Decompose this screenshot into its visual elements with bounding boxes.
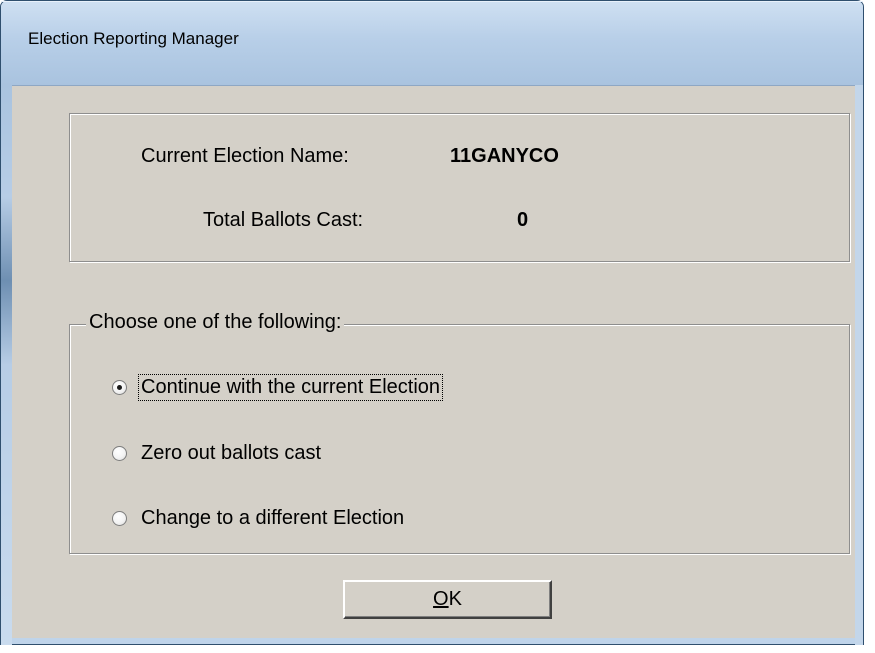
- title-bar[interactable]: Election Reporting Manager: [1, 1, 863, 85]
- option-zero-ballots[interactable]: Zero out ballots cast: [112, 441, 323, 466]
- option-change-election[interactable]: Change to a different Election: [112, 506, 406, 531]
- window-title: Election Reporting Manager: [28, 29, 239, 48]
- ok-button[interactable]: OK: [343, 580, 552, 619]
- radio-change-election[interactable]: [112, 511, 127, 526]
- option-continue-current-label[interactable]: Continue with the current Election: [137, 374, 444, 401]
- radio-continue-current[interactable]: [112, 380, 127, 395]
- window-right-border: [855, 85, 863, 645]
- election-info-panel: Current Election Name: 11GANYCO Total Ba…: [69, 113, 850, 262]
- window-left-border: [1, 85, 12, 645]
- option-continue-current[interactable]: Continue with the current Election: [112, 374, 444, 401]
- choice-group-legend: Choose one of the following:: [86, 311, 345, 334]
- ok-mnemonic: O: [433, 588, 449, 610]
- dialog-body: Current Election Name: 11GANYCO Total Ba…: [12, 85, 855, 638]
- election-name-label: Current Election Name:: [141, 145, 349, 167]
- radio-zero-ballots[interactable]: [112, 446, 127, 461]
- ballots-cast-label: Total Ballots Cast:: [203, 209, 364, 231]
- dialog-window: Election Reporting Manager Current Elect…: [0, 0, 864, 645]
- ballots-cast-value: 0: [517, 209, 529, 231]
- ok-label-rest: K: [448, 588, 462, 610]
- election-name-value: 11GANYCO: [450, 145, 559, 167]
- option-change-election-label[interactable]: Change to a different Election: [139, 506, 406, 531]
- option-zero-ballots-label[interactable]: Zero out ballots cast: [139, 441, 323, 466]
- choice-groupbox: Choose one of the following: Continue wi…: [69, 311, 850, 554]
